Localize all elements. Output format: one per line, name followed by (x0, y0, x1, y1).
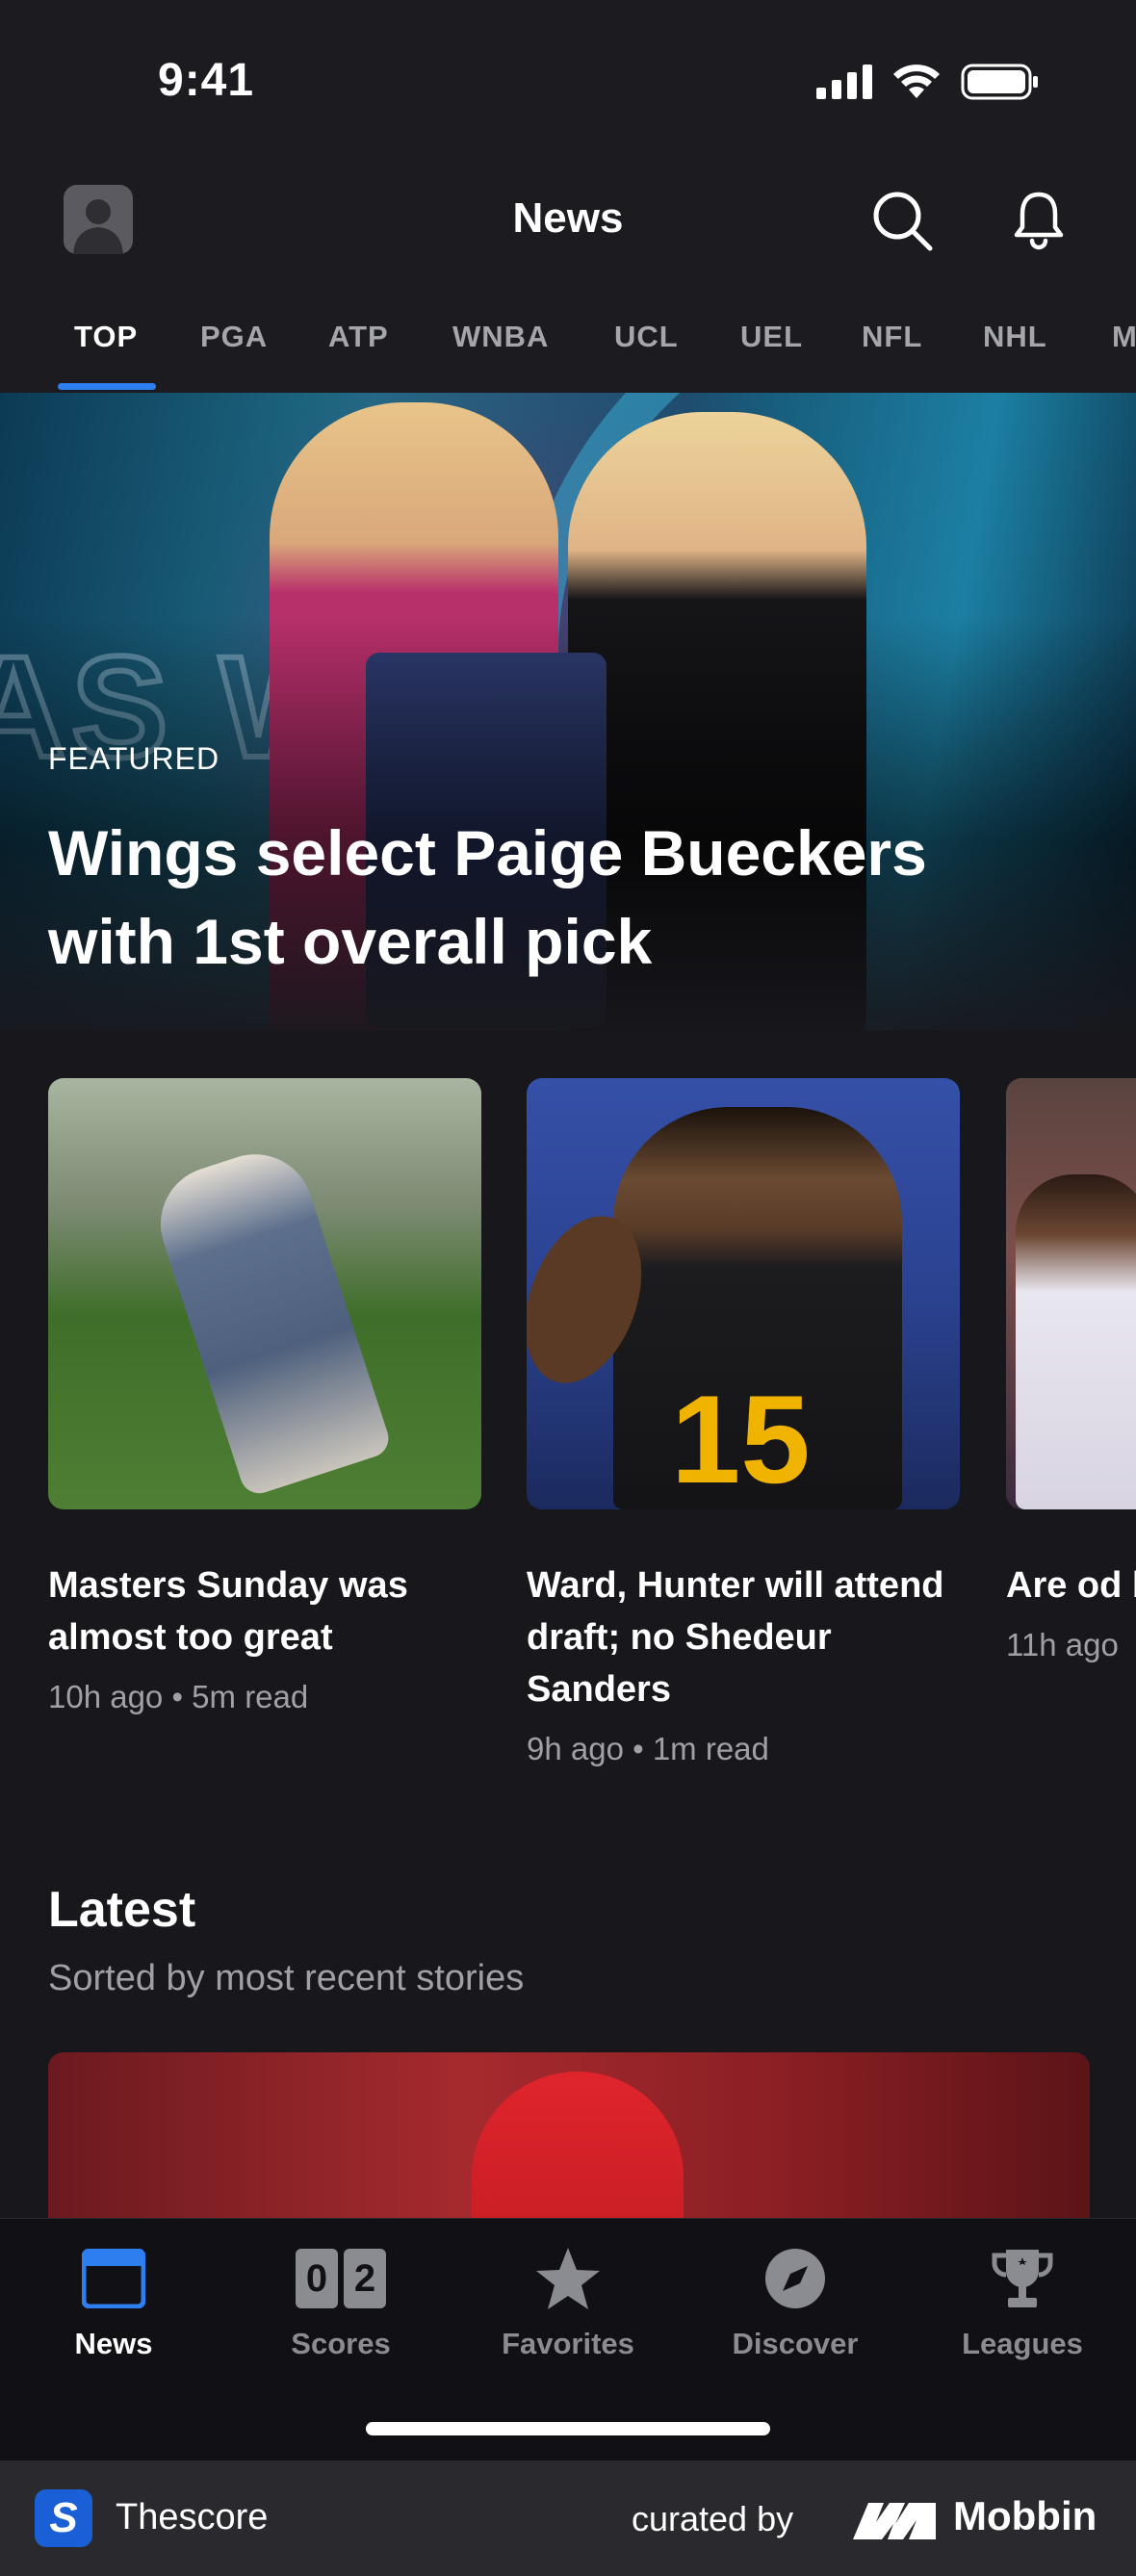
latest-subtitle: Sorted by most recent stories (48, 1958, 525, 1998)
latest-story-image[interactable] (48, 2052, 1090, 2245)
nav-label: Discover (732, 2327, 859, 2360)
footer-curated-by: curated by (632, 2499, 794, 2538)
notifications-button[interactable] (1005, 187, 1072, 254)
wifi-icon (893, 64, 940, 98)
signal-icon (816, 64, 872, 99)
home-indicator (366, 2422, 770, 2435)
tab-ucl[interactable]: UCL (614, 320, 679, 354)
nav-discover[interactable]: Discover (689, 2242, 901, 2361)
mobbin-logo-icon (853, 2503, 936, 2539)
scores-icon-digit: 2 (344, 2249, 386, 2308)
story-card-meta: 11h ago (1006, 1627, 1119, 1662)
tab-pga[interactable]: PGA (200, 320, 268, 354)
tab-more[interactable]: M (1112, 320, 1136, 354)
story-cards: Masters Sunday was almost too great 10h … (0, 1030, 1136, 1829)
story-card-title: Are od bettors the Kn (1006, 1565, 1136, 1606)
story-card-meta: 10h ago • 5m read (48, 1679, 309, 1714)
search-icon (873, 192, 933, 251)
story-card-image-number: 15 (671, 1369, 811, 1509)
nav-favorites[interactable]: Favorites (462, 2242, 674, 2361)
page-title: News (512, 194, 624, 242)
search-button[interactable] (868, 187, 936, 254)
nav-scores[interactable]: 0 2 Scores (235, 2242, 447, 2361)
status-bar: 9:41 (0, 0, 1136, 164)
tab-atp[interactable]: ATP (328, 320, 389, 354)
footer-brand: Mobbin (953, 2493, 1097, 2538)
story-card-title: Ward, Hunter will attend draft; no Shede… (527, 1565, 944, 1710)
status-time: 9:41 (158, 55, 255, 106)
nav-label: Leagues (962, 2327, 1083, 2360)
featured-story[interactable]: AS W FEATURED Wings select Paige Buecker… (0, 393, 1136, 1030)
nav-label: Favorites (502, 2327, 634, 2360)
active-tab-indicator (58, 383, 156, 390)
battery-icon (961, 64, 1038, 100)
bell-icon (1014, 192, 1064, 250)
story-card[interactable]: Are od bettors the Kn 11h ago (1006, 1078, 1136, 1663)
tab-wnba[interactable]: WNBA (452, 320, 549, 354)
scores-icon: 0 2 (235, 2242, 447, 2315)
story-card[interactable]: 15 Ward, Hunter will attend draft; no Sh… (527, 1078, 960, 1767)
footer-app-name: Thescore (116, 2497, 269, 2537)
nav-leagues[interactable]: Leagues (917, 2242, 1128, 2361)
league-tabs: TOP PGA ATP WNBA UCL UEL NFL NHL M (0, 298, 1136, 393)
story-card-image (48, 1078, 481, 1509)
nav-news[interactable]: News (8, 2242, 219, 2361)
nav-label: Scores (291, 2327, 391, 2360)
scores-icon-digit: 0 (296, 2249, 338, 2308)
story-card[interactable]: Masters Sunday was almost too great 10h … (48, 1078, 481, 1715)
star-icon (536, 2248, 600, 2309)
compass-icon (765, 2249, 825, 2308)
tab-top[interactable]: TOP (74, 320, 138, 354)
header: News (0, 164, 1136, 298)
attribution-footer: S Thescore curated by Mobbin (0, 2460, 1136, 2576)
tab-nhl[interactable]: NHL (983, 320, 1047, 354)
thescore-logo: S (35, 2489, 92, 2547)
featured-label: FEATURED (48, 741, 220, 776)
tab-nfl[interactable]: NFL (862, 320, 922, 354)
story-card-image-figure (1016, 1174, 1136, 1509)
story-card-title: Masters Sunday was almost too great (48, 1565, 408, 1658)
tab-uel[interactable]: UEL (740, 320, 803, 354)
story-card-image: 15 (527, 1078, 960, 1509)
status-icons (816, 64, 1040, 100)
latest-heading: Latest (48, 1882, 196, 1938)
story-card-meta: 9h ago • 1m read (527, 1731, 769, 1766)
news-icon (82, 2249, 145, 2308)
story-card-image (1006, 1078, 1136, 1509)
story-card-image-figure (145, 1139, 394, 1499)
nav-label: News (74, 2327, 153, 2360)
featured-title: Wings select Paige Bueckers with 1st ove… (48, 817, 927, 977)
trophy-icon (992, 2250, 1053, 2307)
